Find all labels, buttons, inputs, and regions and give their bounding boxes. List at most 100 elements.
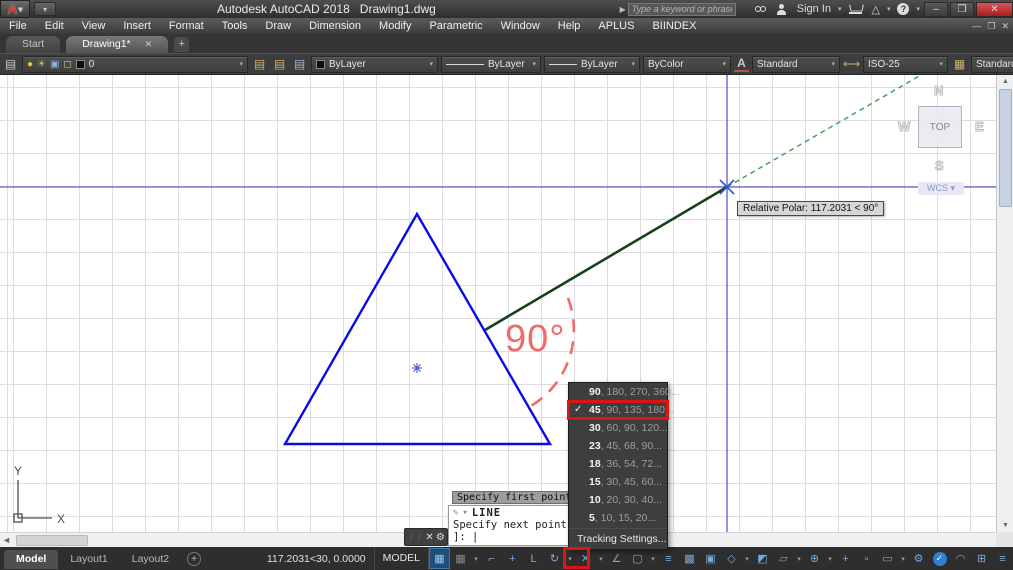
selection-filtering-icon[interactable]: ▱ (773, 548, 794, 569)
restore-button[interactable]: ❐ (950, 1, 974, 17)
dim-style-dropdown[interactable]: ISO-25 ▾ (863, 55, 948, 73)
annotation-visibility-icon[interactable]: + (835, 548, 856, 569)
polar-caret-icon[interactable]: ▾ (565, 548, 575, 569)
dynamic-input-icon[interactable]: + (502, 548, 523, 569)
tab-drawing1[interactable]: Drawing1* ✕ (66, 36, 169, 53)
command-close-icon[interactable]: ✕ (425, 532, 433, 543)
search-collapse-icon[interactable]: ▶ (620, 5, 626, 14)
plot-style-dropdown[interactable]: ByColor ▾ (643, 55, 731, 73)
app-store-icon[interactable]: △ (872, 3, 880, 16)
grid-display-icon[interactable]: ▦ (429, 548, 450, 569)
command-caret-icon[interactable]: ▾ (462, 508, 467, 518)
tab-start[interactable]: Start (6, 36, 61, 53)
scroll-left-icon[interactable]: ◄ (2, 533, 11, 548)
viewcube-south[interactable]: S (935, 158, 945, 174)
doc-restore-icon[interactable]: ❐ (987, 21, 995, 32)
sign-in-caret-icon[interactable]: ▾ (838, 5, 842, 13)
dynamic-ucs-icon[interactable]: ◩ (752, 548, 773, 569)
viewcube-west[interactable]: W (897, 119, 910, 135)
angle-option-15[interactable]: 15, 30, 45, 60... (569, 473, 667, 491)
help-icon[interactable]: ? (897, 3, 910, 15)
sign-in-button[interactable]: Sign In (797, 3, 831, 15)
menu-edit[interactable]: Edit (36, 18, 73, 34)
previous-layer-icon[interactable]: ▤ (291, 57, 308, 71)
angle-option-90[interactable]: 90, 180, 270, 360... (569, 383, 680, 401)
scroll-up-icon[interactable]: ▲ (997, 75, 1013, 88)
layer-dropdown[interactable]: ● ☀ ▣ ◻ 0 ▾ (22, 55, 248, 73)
model-tab[interactable]: Model (4, 549, 59, 569)
menu-parametric[interactable]: Parametric (420, 18, 491, 34)
menu-view[interactable]: View (73, 18, 115, 34)
menu-tools[interactable]: Tools (213, 18, 257, 34)
minimize-button[interactable]: – (924, 1, 948, 17)
tab-close-icon[interactable]: ✕ (145, 36, 153, 53)
vertical-scroll-thumb[interactable] (999, 89, 1012, 207)
menu-draw[interactable]: Draw (256, 18, 300, 34)
layer-properties-icon[interactable]: ▤ (2, 57, 19, 71)
app-store-caret-icon[interactable]: ▾ (887, 5, 891, 13)
help-caret-icon[interactable]: ▾ (916, 5, 920, 13)
command-pencil-icon[interactable]: ✎ (453, 508, 458, 518)
match-layer-icon[interactable]: ▤ (271, 57, 288, 71)
dim-style-icon[interactable]: ⟷ (843, 57, 860, 71)
snap-caret-icon[interactable]: ▾ (471, 548, 481, 569)
angle-option-10[interactable]: 10, 20, 30, 40... (569, 491, 667, 509)
annoscale-caret-icon[interactable]: ▾ (898, 548, 908, 569)
model-space-button[interactable]: MODEL (373, 547, 429, 570)
polar-tracking-icon[interactable]: ↻ (544, 548, 565, 569)
angle-option-5[interactable]: 5, 10, 15, 20... (569, 509, 667, 527)
scroll-down-icon[interactable]: ▼ (997, 519, 1013, 532)
transparency-icon[interactable]: ▩ (679, 548, 700, 569)
annotation-monitor-icon[interactable]: ◠ (950, 548, 971, 569)
store-cart-icon[interactable] (848, 5, 862, 14)
lineweight-display-icon[interactable]: ≡ (658, 548, 679, 569)
table-style-icon[interactable]: ▦ (951, 57, 968, 71)
doc-close-icon[interactable]: ✕ (1001, 21, 1009, 32)
isodraft-icon[interactable]: ✕ (575, 548, 596, 569)
linetype-dropdown[interactable]: ByLayer ▾ (441, 55, 541, 73)
clean-screen-icon[interactable]: ⊞ (971, 548, 992, 569)
drawing-canvas[interactable]: Y X 90° Relative Polar: 117.2031 < 90° N… (0, 75, 996, 532)
3dosnap-caret-icon[interactable]: ▾ (742, 548, 752, 569)
workspace-switching-icon[interactable]: ⚙ (908, 548, 929, 569)
annotation-scale-icon[interactable]: ▭ (877, 548, 898, 569)
ortho-mode-icon[interactable]: L (523, 548, 544, 569)
coordinates-readout[interactable]: 117.2031<30, 0.0000 (259, 553, 374, 565)
viewcube-north[interactable]: N (933, 83, 943, 99)
menu-biindex[interactable]: BIINDEX (643, 18, 705, 34)
angle-option-45[interactable]: ✓ 45, 90, 135, 180... (567, 400, 674, 420)
command-grip-handle[interactable]: ⋮⋮ (407, 533, 423, 542)
layout2-tab[interactable]: Layout2 (120, 550, 181, 569)
menu-format[interactable]: Format (160, 18, 213, 34)
text-style-dropdown[interactable]: Standard ▾ (752, 55, 840, 73)
make-layer-current-icon[interactable]: ▤ (251, 57, 268, 71)
viewcube-east[interactable]: E (975, 119, 985, 135)
table-style-dropdown[interactable]: Standard (971, 55, 1013, 73)
new-tab-button[interactable]: + (174, 37, 190, 52)
color-dropdown[interactable]: ByLayer ▾ (311, 55, 438, 73)
object-snap-icon[interactable]: ▢ (627, 548, 648, 569)
tracking-settings-item[interactable]: Tracking Settings... (569, 530, 667, 549)
search-input[interactable] (627, 2, 736, 16)
menu-window[interactable]: Window (492, 18, 549, 34)
autoscale-icon[interactable]: ▫ (856, 548, 877, 569)
isodraft-caret-icon[interactable]: ▾ (596, 548, 606, 569)
snap-grid-icon[interactable]: ▦ (450, 548, 471, 569)
selection-cycling-icon[interactable]: ▣ (700, 548, 721, 569)
filter-caret-icon[interactable]: ▾ (794, 548, 804, 569)
menu-file[interactable]: File (0, 18, 36, 34)
text-style-icon[interactable]: A (734, 56, 749, 72)
vertical-scrollbar[interactable]: ▲ ▼ (996, 75, 1013, 532)
horizontal-scroll-thumb[interactable] (16, 535, 88, 546)
wcs-menu[interactable]: WCS ▾ (918, 182, 964, 195)
object-snap-tracking-icon[interactable]: ∠ (606, 548, 627, 569)
lineweight-dropdown[interactable]: ByLayer ▾ (544, 55, 640, 73)
menu-aplus[interactable]: APLUS (589, 18, 643, 34)
graphics-performance-icon[interactable]: ✓ (929, 548, 950, 569)
osnap-caret-icon[interactable]: ▾ (648, 548, 658, 569)
doc-minimize-icon[interactable]: — (972, 21, 981, 31)
menu-insert[interactable]: Insert (114, 18, 160, 34)
layout1-tab[interactable]: Layout1 (58, 550, 119, 569)
menu-help[interactable]: Help (549, 18, 590, 34)
new-layout-button[interactable]: + (187, 551, 202, 566)
